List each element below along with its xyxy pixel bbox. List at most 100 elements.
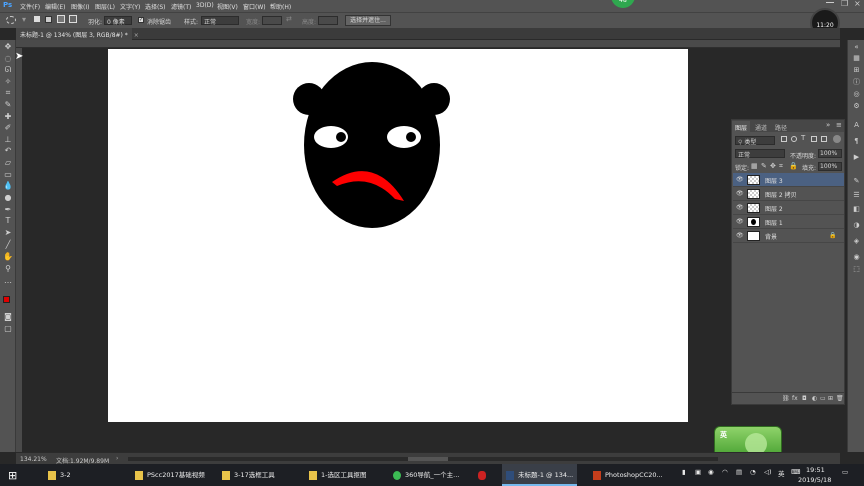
screen-mode-icon[interactable]: ▢	[3, 324, 13, 334]
lock-all-icon[interactable]: 🔒	[789, 162, 798, 170]
opacity-input[interactable]: 100%	[818, 149, 842, 158]
ime-indicator[interactable]: 英	[778, 468, 785, 478]
zoom-level[interactable]: 134.21%	[20, 456, 47, 463]
color-icon[interactable]: ◎	[851, 89, 862, 100]
close-icon[interactable]: ×	[854, 0, 861, 8]
brush-preset-icon[interactable]: ✎	[851, 176, 862, 187]
lock-position-icon[interactable]: ✥	[770, 162, 776, 170]
layers-icon[interactable]: ◈	[851, 236, 862, 247]
line-tool-icon[interactable]: ╱	[3, 240, 13, 250]
volume-icon[interactable]: ◁)	[764, 468, 772, 476]
minimize-icon[interactable]	[826, 2, 834, 3]
navigator-icon[interactable]: ⊞	[851, 65, 862, 76]
panel-menu-icon[interactable]: ≡	[836, 121, 842, 129]
feather-input[interactable]: 0 像素	[104, 16, 132, 26]
menu-edit[interactable]: 编辑(E)	[45, 2, 65, 11]
intersect-selection-icon[interactable]	[69, 15, 77, 23]
filter-adjust-icon[interactable]	[791, 136, 797, 142]
lock-artboard-icon[interactable]: ⌗	[779, 162, 783, 171]
clock-date[interactable]: 2019/5/18	[798, 476, 831, 484]
menu-window[interactable]: 窗口(W)	[243, 2, 266, 11]
tab-layers[interactable]: 图层	[732, 121, 751, 134]
menu-file[interactable]: 文件(F)	[20, 2, 40, 11]
new-layer-icon[interactable]: ⊞	[828, 395, 833, 402]
filter-type-icon[interactable]: T	[801, 134, 805, 142]
styles-icon[interactable]: ◧	[851, 204, 862, 215]
filter-pixel-icon[interactable]	[781, 136, 787, 142]
path-selection-icon[interactable]: ➤	[3, 228, 13, 238]
eyedropper-icon[interactable]: ✎	[3, 100, 13, 110]
blur-tool-icon[interactable]: 💧	[3, 181, 13, 191]
magic-wand-icon[interactable]: ✧	[3, 77, 13, 87]
network-icon[interactable]: ◔	[750, 468, 756, 476]
masks-icon[interactable]: ◑	[851, 220, 862, 231]
taskbar-item-3-17[interactable]: 3-17选框工具	[218, 464, 279, 486]
taskbar-item-photoshop-doc[interactable]: 未标题-1 @ 134...	[502, 464, 578, 486]
add-mask-icon[interactable]: ◘	[802, 395, 807, 402]
new-fill-layer-icon[interactable]: ◐	[812, 395, 817, 402]
move-tool-icon[interactable]: ✥	[3, 42, 13, 52]
delete-layer-icon[interactable]: 🗑	[836, 395, 844, 402]
new-selection-icon[interactable]	[34, 16, 40, 22]
width-input[interactable]	[262, 16, 282, 25]
layer-row-2-copy[interactable]: 👁 图层 2 拷贝	[733, 187, 844, 201]
document-canvas[interactable]	[108, 49, 688, 422]
ellipse-marquee-icon[interactable]	[6, 16, 16, 24]
paragraph-icon[interactable]: ¶	[851, 136, 862, 147]
gradient-tool-icon[interactable]: ▭	[3, 170, 13, 180]
healing-brush-icon[interactable]: ✚	[3, 112, 13, 122]
brush-tool-icon[interactable]: ✐	[3, 123, 13, 133]
menu-3d[interactable]: 3D(D)	[196, 2, 214, 9]
add-selection-icon[interactable]	[45, 16, 52, 23]
link-layers-icon[interactable]: ⛓	[782, 395, 790, 402]
layer-style-icon[interactable]: fx	[792, 395, 798, 402]
properties-icon[interactable]: ⚙	[851, 101, 862, 112]
type-tool-icon[interactable]: T	[3, 216, 13, 226]
height-input[interactable]	[318, 16, 338, 25]
pen-tool-icon[interactable]: ✒	[3, 205, 13, 215]
menu-filter[interactable]: 滤镜(T)	[171, 2, 191, 11]
layer-row-3[interactable]: 👁 图层 3	[733, 173, 844, 187]
info-icon[interactable]: ⓘ	[851, 77, 862, 88]
filter-toggle-icon[interactable]	[833, 135, 841, 143]
blend-mode-select[interactable]: 正常	[735, 149, 785, 159]
tray-app2-icon[interactable]: ◉	[708, 468, 714, 476]
visibility-eye-icon[interactable]: 👁	[736, 190, 744, 197]
layer-row-2[interactable]: 👁 图层 2	[733, 201, 844, 215]
layer-row-background[interactable]: 👁 背景 🔒	[733, 229, 844, 243]
taskbar-item-pscc2017[interactable]: PScc2017基础视频	[131, 464, 209, 486]
history-brush-icon[interactable]: ↶	[3, 146, 13, 156]
fill-input[interactable]: 100%	[818, 162, 842, 171]
lasso-tool-icon[interactable]: ᘏ	[3, 65, 13, 75]
adjustments-icon[interactable]: ☰	[851, 190, 862, 201]
visibility-eye-icon[interactable]: 👁	[736, 176, 744, 183]
wifi-icon[interactable]: ◠	[722, 468, 728, 476]
eraser-tool-icon[interactable]: ▱	[3, 158, 13, 168]
battery-icon[interactable]: ▮	[682, 468, 686, 476]
clock-time[interactable]: 19:51	[806, 466, 825, 474]
menu-help[interactable]: 帮助(H)	[270, 2, 291, 11]
zoom-tool-icon[interactable]: ⚲	[3, 264, 13, 274]
swap-icon[interactable]: ⇄	[286, 15, 292, 23]
keyboard-icon[interactable]: ⌨	[791, 468, 800, 476]
taskbar-item-red-app[interactable]	[474, 464, 494, 486]
select-and-mask-button[interactable]: 选择并遮住...	[345, 15, 391, 26]
tray-app3-icon[interactable]: ▤	[736, 468, 742, 476]
history-icon[interactable]: ▦	[851, 53, 862, 64]
new-group-icon[interactable]: ▭	[820, 395, 826, 402]
lock-transparent-icon[interactable]: ▦	[751, 162, 758, 170]
style-select[interactable]: 正常	[201, 16, 239, 26]
marquee-tool-icon[interactable]: ◌	[3, 54, 13, 64]
chevron-down-icon[interactable]: ▾	[22, 15, 26, 24]
quick-mask-icon[interactable]: ◙	[3, 312, 13, 322]
horizontal-scrollbar[interactable]	[128, 457, 718, 461]
menu-layer[interactable]: 图层(L)	[95, 2, 115, 11]
taskbar-item-photoshopcc[interactable]: PhotoshopCC20...	[589, 464, 667, 486]
layer-row-1[interactable]: 👁 图层 1	[733, 215, 844, 229]
tab-close-icon[interactable]: ×	[134, 32, 139, 39]
restore-icon[interactable]: ❐	[841, 0, 848, 8]
notifications-icon[interactable]: ▭	[842, 468, 848, 476]
document-tab[interactable]: 未标题-1 @ 134% (图层 3, RGB/8#) * ×	[16, 28, 139, 40]
collapse-icon[interactable]: «	[851, 42, 862, 53]
menu-type[interactable]: 文字(Y)	[120, 2, 140, 11]
